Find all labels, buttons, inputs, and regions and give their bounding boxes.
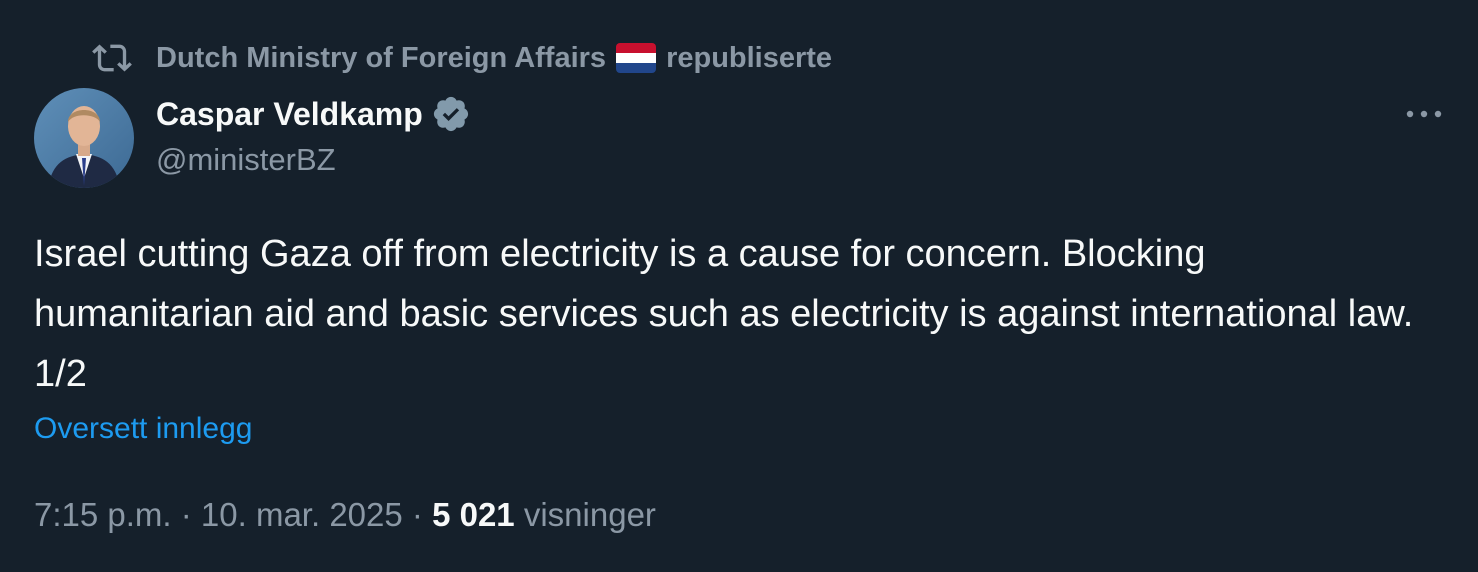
author-display-name[interactable]: Caspar Veldkamp xyxy=(156,96,423,133)
meta-separator: · xyxy=(411,496,423,533)
tweet-text: Israel cutting Gaza off from electricity… xyxy=(34,233,1414,395)
views-count: 5 021 xyxy=(432,496,515,533)
views-label: visninger xyxy=(523,496,656,533)
repost-account-name[interactable]: Dutch Ministry of Foreign Affairs xyxy=(156,42,606,75)
tweet-card[interactable]: Dutch Ministry of Foreign Affairs republ… xyxy=(0,0,1478,572)
tweet-date[interactable]: 10. mar. 2025 xyxy=(201,496,403,533)
verified-badge-icon[interactable] xyxy=(431,94,471,134)
tweet-meta: 7:15 p.m. · 10. mar. 2025 · 5 021 visnin… xyxy=(34,496,656,534)
avatar[interactable] xyxy=(34,88,134,188)
repost-action-label: republiserte xyxy=(666,41,833,74)
repost-header: Dutch Ministry of Foreign Affairs republ… xyxy=(92,38,832,78)
meta-separator: · xyxy=(180,496,192,533)
tweet-time[interactable]: 7:15 p.m. xyxy=(34,496,172,533)
more-options-icon[interactable] xyxy=(1400,96,1448,132)
repost-icon xyxy=(92,38,132,78)
netherlands-flag-icon xyxy=(616,43,657,73)
author-handle[interactable]: @ministerBZ xyxy=(156,142,336,178)
translate-post-link[interactable]: Oversett innlegg xyxy=(34,412,252,446)
author-name-row: Caspar Veldkamp xyxy=(156,92,471,136)
